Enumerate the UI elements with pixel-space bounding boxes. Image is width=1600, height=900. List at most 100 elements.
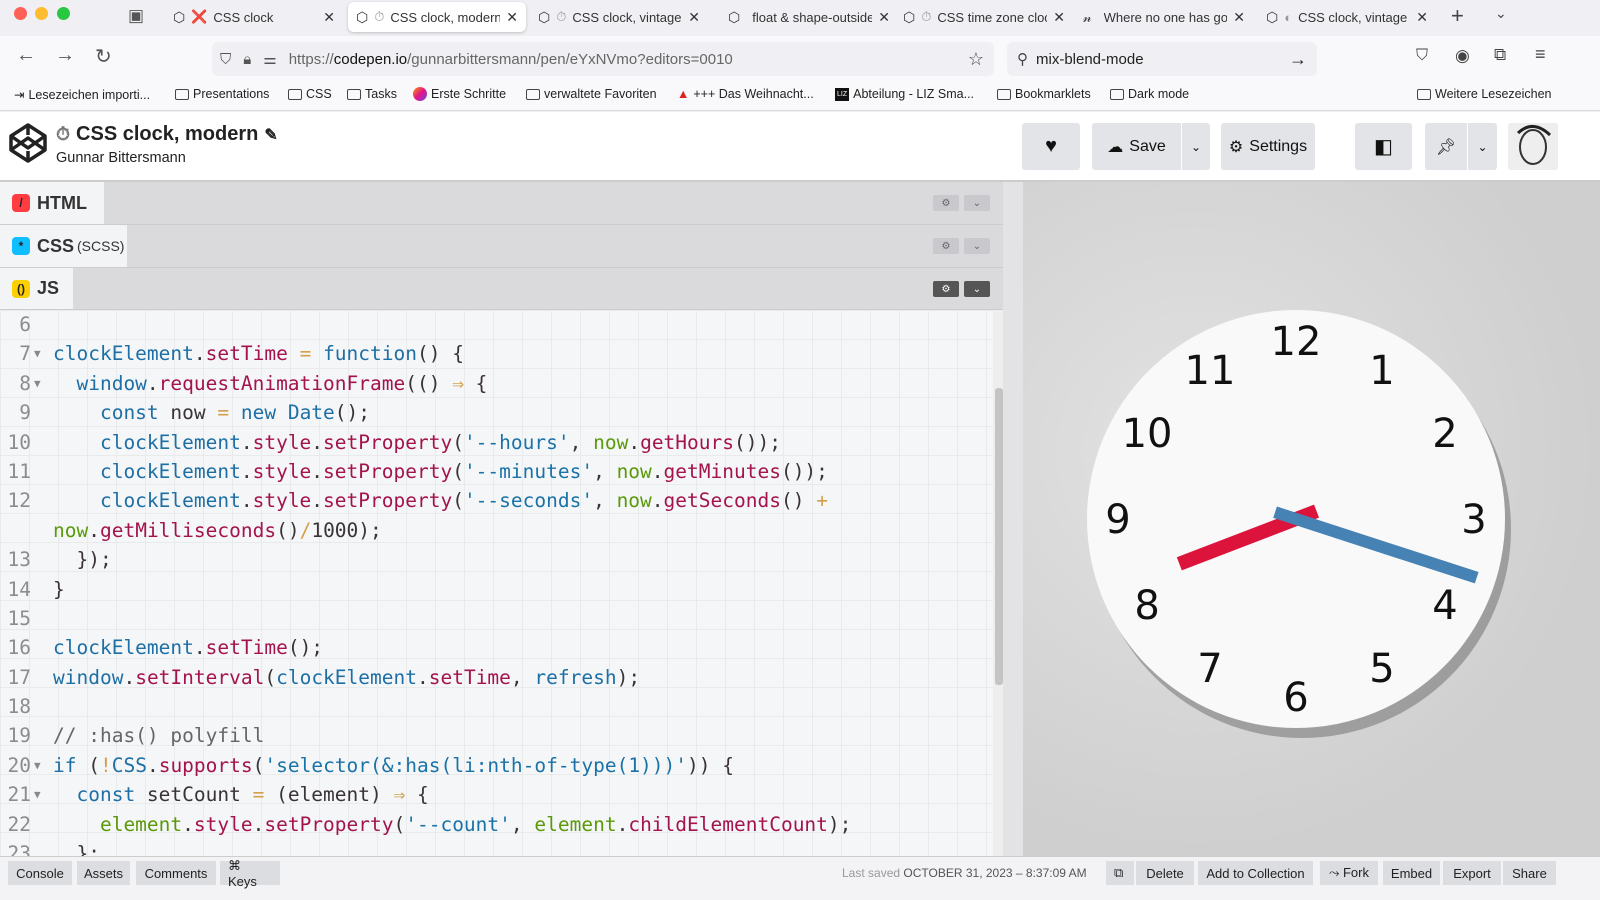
code-token: () [276, 518, 300, 542]
settings-button[interactable]: ⚙ Settings [1221, 123, 1315, 170]
edit-pencil-icon[interactable]: ✎ [264, 125, 277, 145]
bookmark-item[interactable]: verwaltete Favoriten [526, 87, 657, 101]
code-token: childElementCount [628, 812, 828, 836]
heart-button[interactable]: ♥ [1022, 123, 1080, 170]
code-token: clockElement [276, 665, 417, 689]
extensions-icon[interactable]: ⧉ [1494, 45, 1506, 65]
fold-arrow-icon[interactable]: ▼ [34, 339, 41, 368]
bookmark-item[interactable]: LIZ Abteilung - LIZ Sma... [835, 87, 974, 101]
pen-title[interactable]: ⏱ CSS clock, modern ✎ [56, 123, 278, 146]
bookmarks-bar: ⇥ Lesezeichen importi... Presentations CSS T… [0, 80, 1600, 111]
bookmark-item[interactable]: Dark mode [1110, 87, 1189, 101]
tab-list-chevron-icon[interactable]: ⌄ [1495, 5, 1507, 22]
editor-collapse-button[interactable]: ⌄ [964, 281, 990, 297]
footer-button-1[interactable]: Assets [77, 861, 130, 885]
menu-icon[interactable]: ≡ [1535, 44, 1546, 65]
forward-button[interactable]: → [55, 44, 75, 67]
bookmark-item[interactable]: Bookmarklets [997, 87, 1091, 101]
editor-tab-html[interactable]: / HTML [0, 182, 104, 224]
footer-action-button[interactable]: Embed [1383, 861, 1440, 885]
tab-close-icon[interactable]: ✕ [688, 9, 700, 26]
editor-tab-css[interactable]: * CSS (SCSS) [0, 225, 127, 267]
tab-close-icon[interactable]: ✕ [1053, 9, 1065, 26]
pin-button[interactable]: 📌︎ [1425, 123, 1467, 170]
fold-arrow-icon[interactable]: ▼ [34, 369, 41, 398]
pen-author[interactable]: Gunnar Bittersmann [56, 150, 186, 166]
change-view-button[interactable]: ◧ [1355, 123, 1412, 170]
fold-arrow-icon[interactable]: ▼ [34, 780, 41, 809]
browser-tab[interactable]: ⬡ ⏱ CSS time zone clock ✕ [895, 2, 1073, 32]
bookmark-item[interactable]: ▲ +++ Das Weihnacht... [677, 87, 814, 101]
back-button[interactable]: ← [16, 44, 36, 67]
footer-action-button[interactable]: Delete [1136, 861, 1194, 885]
search-go-arrow-icon[interactable]: → [1289, 49, 1307, 70]
bookmark-item[interactable]: Tasks [347, 87, 397, 101]
footer-action-button[interactable]: ⤳ Fork [1320, 861, 1378, 885]
browser-tab[interactable]: ⬡ float & shape-outside ✕ [720, 2, 898, 32]
tab-close-icon[interactable]: ✕ [323, 9, 335, 26]
save-button[interactable]: ☁ Save [1092, 123, 1181, 170]
search-input[interactable]: ⚲ mix-blend-mode → [1007, 42, 1317, 76]
footer-button-0[interactable]: Console [8, 861, 72, 885]
code-text: clockElement.setTime = function() { [53, 339, 464, 368]
footer-action-button[interactable]: Add to Collection [1198, 861, 1313, 885]
bookmark-item[interactable]: ⇥ Lesezeichen importi... [14, 87, 150, 103]
browser-tab[interactable]: 𝓃 Where no one has gone ✕ [1075, 2, 1253, 32]
footer-action-button[interactable]: Export [1443, 861, 1501, 885]
tab-close-icon[interactable]: ✕ [878, 9, 890, 26]
browser-tab[interactable]: ⬡ ◐ CSS clock, vintage ✕ [1258, 2, 1436, 32]
bookmark-item[interactable]: Erste Schritte [413, 87, 506, 101]
reload-button[interactable]: ↻ [95, 44, 112, 69]
code-token: window [53, 371, 147, 395]
heart-icon: ♥ [1045, 135, 1057, 157]
clock-number: 8 [1134, 583, 1159, 629]
tab-close-icon[interactable]: ✕ [1416, 9, 1428, 26]
footer-action-button[interactable]: Share [1503, 861, 1556, 885]
bookmark-label: Erste Schritte [431, 87, 507, 101]
account-icon[interactable]: ◉ [1455, 46, 1470, 66]
editor-settings-button[interactable]: ⚙ [933, 281, 959, 297]
tab-overview-icon[interactable]: ▣ [128, 6, 144, 26]
chevron-down-icon: ⌄ [1477, 139, 1488, 154]
address-bar[interactable]: ⛉ 🔒︎ ⚌ https://codepen.io/gunnarbittersm… [212, 42, 994, 76]
maximize-window-button[interactable] [57, 7, 70, 20]
line-number: 13 [7, 548, 31, 572]
open-in-new-window-button[interactable]: ⧉ [1106, 861, 1134, 885]
footer-button-2[interactable]: Comments [136, 861, 216, 885]
firefox-icon [413, 87, 427, 101]
editor-settings-button[interactable]: ⚙ [933, 195, 959, 211]
fold-arrow-icon[interactable]: ▼ [34, 751, 41, 780]
pocket-icon[interactable]: ⛉ [1416, 47, 1428, 65]
save-dropdown-button[interactable]: ⌄ [1182, 123, 1210, 170]
code-line: 23 }; [0, 839, 993, 856]
editor-collapse-button[interactable]: ⌄ [964, 195, 990, 211]
stopwatch-icon: ⏱ [56, 124, 71, 144]
editor-tab-js[interactable]: () JS [0, 268, 73, 309]
pin-dropdown-button[interactable]: ⌄ [1468, 123, 1497, 170]
browser-tab[interactable]: ⬡ ❌ CSS clock ✕ [165, 2, 343, 32]
pane-resizer[interactable] [1003, 182, 1023, 856]
js-code-editor[interactable]: 6 7 ▼ clockElement.setTime = function() {8 ▼… [0, 310, 993, 856]
code-text: const now = new Date(); [53, 398, 370, 427]
bookmark-item[interactable]: CSS [288, 87, 332, 101]
minimize-window-button[interactable] [35, 7, 48, 20]
other-bookmarks[interactable]: Weitere Lesezeichen [1417, 87, 1552, 101]
browser-tab[interactable]: ⬡ ⏱ CSS clock, modern ✕ [348, 2, 526, 32]
folder-icon [1417, 88, 1431, 100]
editor-name: HTML [37, 192, 87, 213]
clock-number: 10 [1122, 411, 1173, 457]
new-tab-button[interactable]: + [1451, 3, 1464, 29]
close-window-button[interactable] [14, 7, 27, 20]
codepen-logo-icon[interactable] [8, 122, 48, 164]
footer-button-3[interactable]: ⌘ Keys [220, 858, 280, 889]
tab-close-icon[interactable]: ✕ [506, 9, 518, 26]
editor-collapse-button[interactable]: ⌄ [964, 238, 990, 254]
tab-close-icon[interactable]: ✕ [1233, 9, 1245, 26]
browser-tab[interactable]: ⬡ ⏱ CSS clock, vintage ✕ [530, 2, 708, 32]
bookmark-item[interactable]: Presentations [175, 87, 269, 101]
bookmark-star-icon[interactable]: ☆ [968, 49, 984, 70]
avatar[interactable] [1508, 123, 1558, 170]
editor-scrollbar-thumb[interactable] [995, 388, 1003, 685]
editor-settings-button[interactable]: ⚙ [933, 238, 959, 254]
clock-number: 6 [1283, 675, 1308, 721]
